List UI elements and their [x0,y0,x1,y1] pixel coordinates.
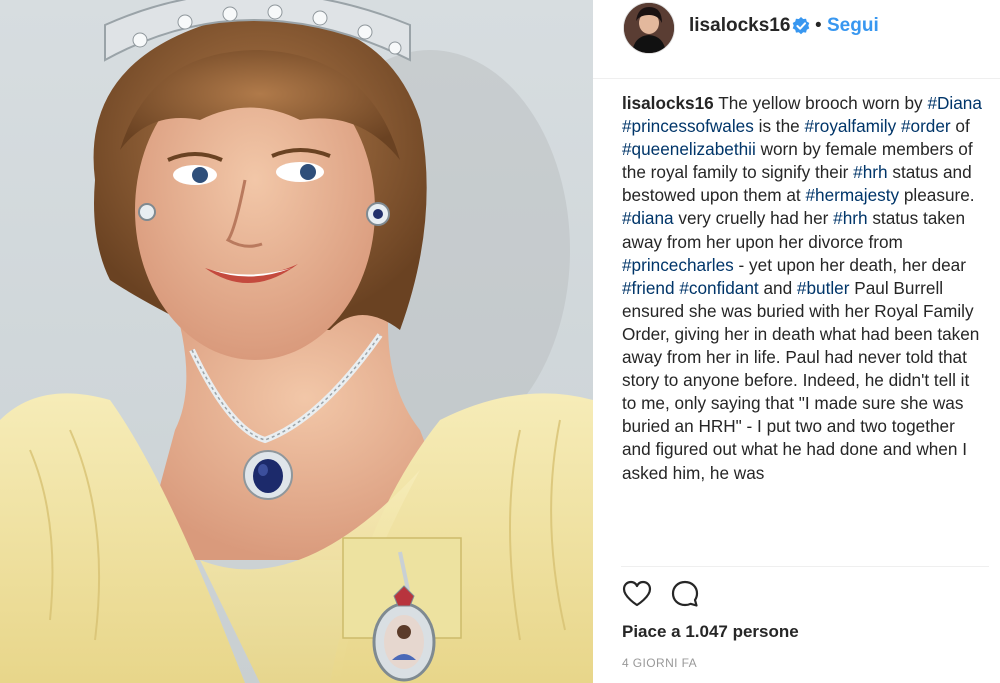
caption-text: lisalocks16 The yellow brooch worn by #D… [622,92,982,485]
post-header: lisalocks16 • Segui [593,0,1000,79]
hashtag-link[interactable]: #queenelizabethii [622,139,756,159]
hashtag-link[interactable]: #Diana [927,93,981,113]
hashtag-link[interactable]: #friend [622,278,675,298]
username-link[interactable]: lisalocks16 [689,15,790,37]
caption-segment: of [950,116,970,137]
post-photo[interactable] [0,0,593,683]
hashtag-link[interactable]: #princessofwales [622,116,754,136]
hashtag-link[interactable]: #confidant [679,278,758,298]
instagram-post: lisalocks16 • Segui lisalocks16 The yell… [0,0,1000,683]
caption-author-link[interactable]: lisalocks16 [622,93,714,113]
hashtag-link[interactable]: #hrh [853,162,887,182]
hashtag-link[interactable]: #royalfamily [804,116,896,136]
header-separator: • [815,15,822,36]
caption-container[interactable]: lisalocks16 The yellow brooch worn by #D… [622,92,982,566]
hashtag-link[interactable]: #hermajesty [805,185,899,205]
caption-body: The yellow brooch worn by #Diana #prince… [622,93,982,483]
caption-segment: pleasure. [899,185,975,206]
avatar-image [624,3,674,53]
hashtag-link[interactable]: #princecharles [622,255,734,275]
post-side-panel: lisalocks16 • Segui lisalocks16 The yell… [593,0,1000,683]
hashtag-link[interactable]: #diana [622,208,674,228]
caption-segment: Paul Burrell ensured she was buried with… [622,277,980,483]
avatar[interactable] [623,2,675,54]
verified-badge-icon [792,17,810,35]
comment-icon[interactable] [669,578,701,610]
follow-button[interactable]: Segui [827,15,879,37]
portrait-illustration [0,0,593,683]
hashtag-link[interactable]: #butler [797,278,850,298]
hashtag-link[interactable]: #order [901,116,951,136]
caption-segment: and [758,277,797,298]
hashtag-link[interactable]: #hrh [833,208,867,228]
post-timestamp[interactable]: 4 GIORNI FA [622,656,697,670]
divider [621,566,989,567]
caption-segment: - yet upon her death, her dear [733,254,966,275]
caption-segment: The yellow brooch worn by [713,93,928,113]
caption-segment: is the [753,116,805,137]
likes-count[interactable]: Piace a 1.047 persone [622,622,799,642]
caption-segment: very cruelly had her [673,208,834,229]
heart-icon[interactable] [621,578,653,610]
